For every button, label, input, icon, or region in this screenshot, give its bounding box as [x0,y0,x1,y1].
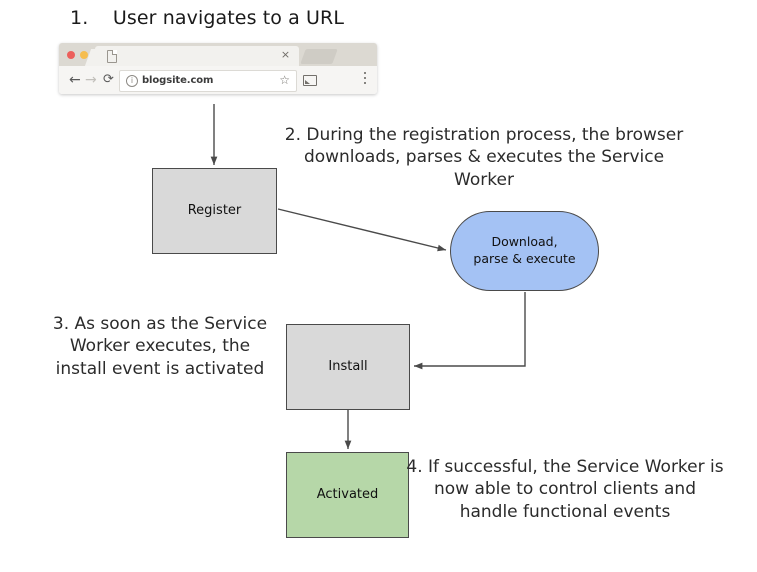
bookmark-star-icon[interactable]: ☆ [279,74,290,87]
browser-tab[interactable]: × [95,46,299,66]
node-install[interactable]: Install [286,324,410,410]
site-info-icon[interactable]: i [126,75,138,87]
arrow-download-to-install [414,292,525,366]
close-icon[interactable]: × [280,49,291,60]
arrow-register-to-download [278,209,446,250]
annotation-step-2: 2. During the registration process, the … [280,124,688,191]
node-download-line-1: Download, [491,234,557,249]
browser-toolbar: ← → ⟳ i blogsite.com ☆ [59,66,377,94]
node-activated[interactable]: Activated [286,452,409,538]
close-window-dot[interactable] [67,51,75,59]
browser-tab-strip: × [59,43,377,66]
overflow-menu-icon[interactable] [364,72,367,87]
page-title: 1. User navigates to a URL [70,7,344,29]
address-bar[interactable]: i blogsite.com ☆ [119,70,297,92]
node-download-parse-execute[interactable]: Download, parse & execute [450,211,599,291]
new-tab-button[interactable] [300,49,337,64]
annotation-step-4: 4. If successful, the Service Worker is … [405,456,725,523]
browser-window-mockup: × ← → ⟳ i blogsite.com ☆ [59,43,377,94]
annotation-step-3: 3. As soon as the Service Worker execute… [46,313,274,380]
back-arrow-icon[interactable]: ← [69,73,81,87]
node-register[interactable]: Register [152,168,277,254]
url-text: blogsite.com [142,75,213,87]
page-document-icon [107,50,117,63]
forward-arrow-icon[interactable]: → [85,73,97,87]
reload-icon[interactable]: ⟳ [103,73,114,87]
node-download-line-2: parse & execute [473,251,575,266]
cast-icon[interactable] [303,75,317,86]
